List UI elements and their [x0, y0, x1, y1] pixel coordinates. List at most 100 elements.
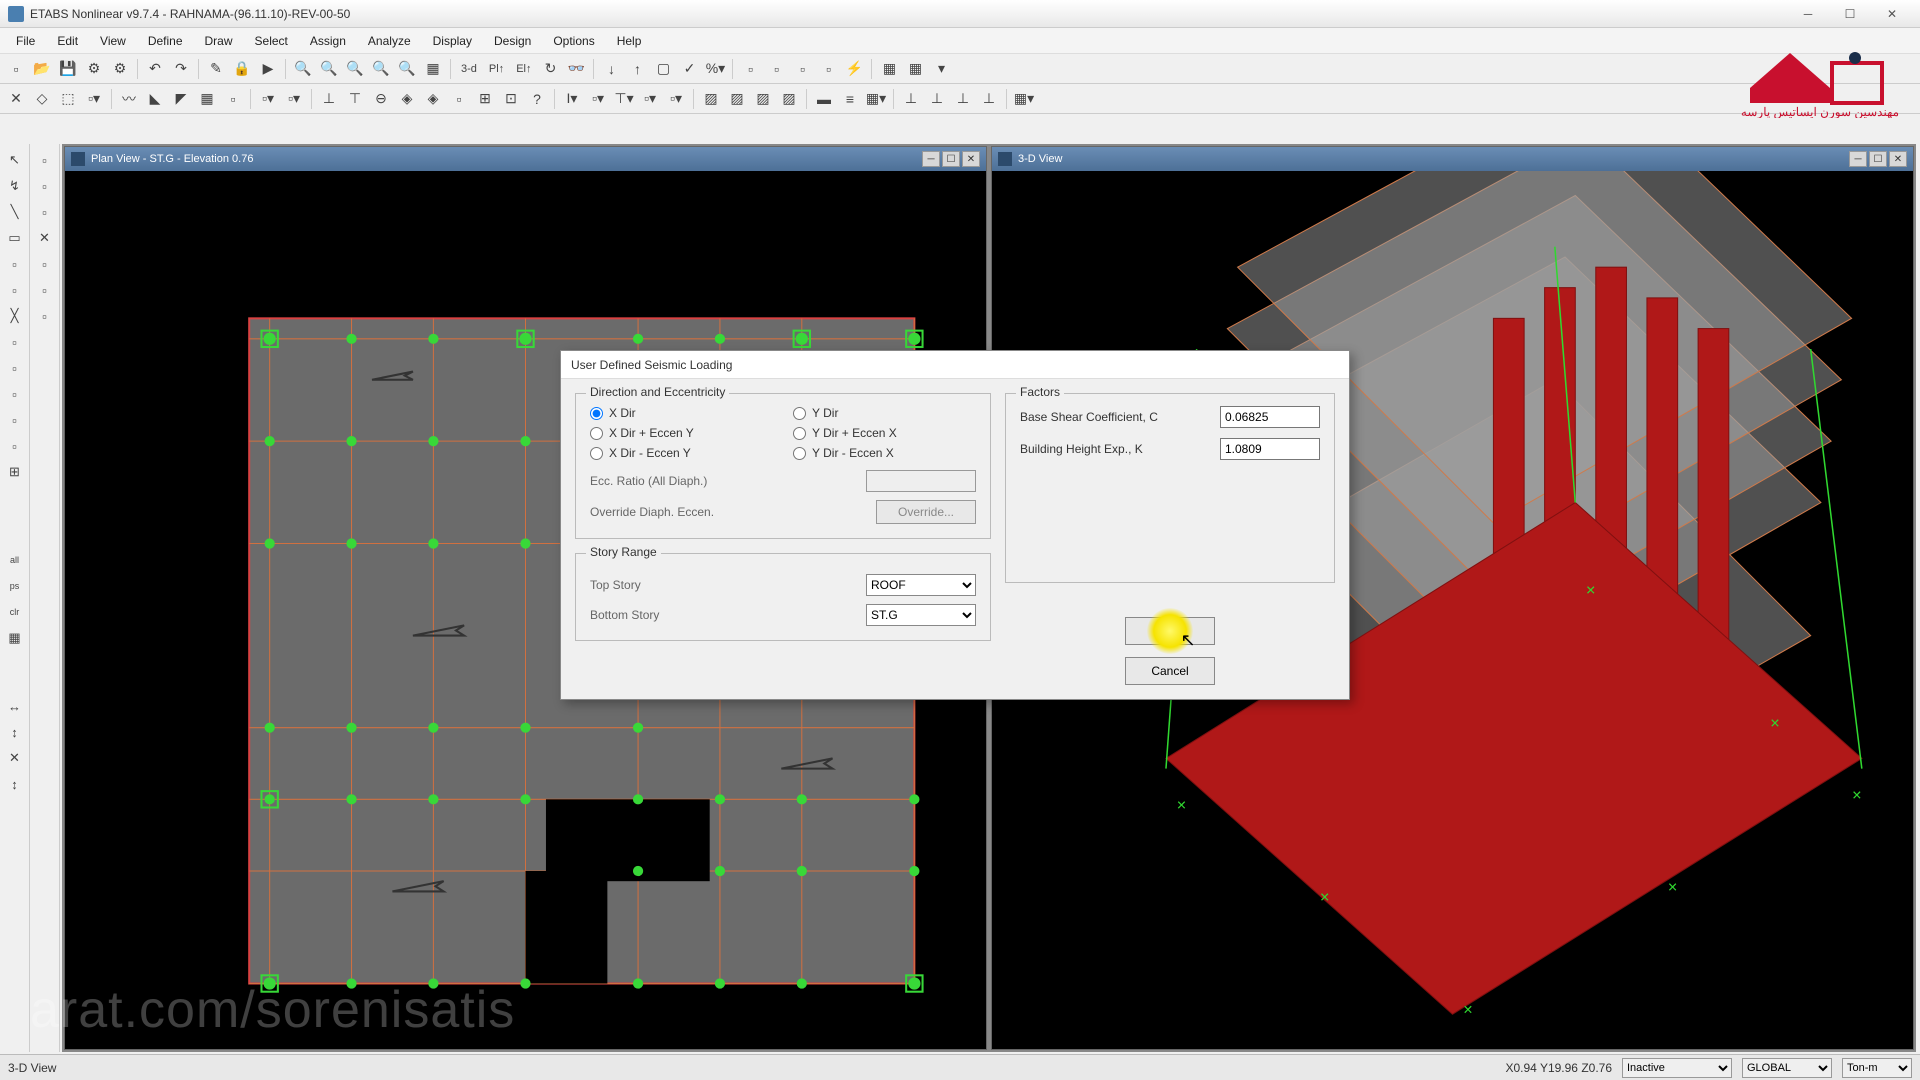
view-minimize-icon[interactable]: ─ — [922, 151, 940, 167]
tool-icon[interactable]: ↯ — [3, 174, 27, 198]
dim-icon[interactable]: ↕ — [3, 720, 27, 744]
menu-help[interactable]: Help — [607, 30, 652, 52]
tool-icon[interactable]: ⊥ — [977, 87, 1001, 111]
tool-icon[interactable]: ▨ — [751, 87, 775, 111]
text-icon[interactable]: I▾ — [560, 87, 584, 111]
tool-icon[interactable]: ▫ — [33, 200, 57, 224]
minimize-button[interactable]: ─ — [1788, 4, 1828, 24]
tool-icon[interactable]: ⊤ — [343, 87, 367, 111]
tool-icon[interactable]: ▫ — [764, 57, 788, 81]
rect-icon[interactable]: ▭ — [3, 226, 27, 250]
tool-icon[interactable]: ▦▾ — [1012, 87, 1036, 111]
cut-icon[interactable]: ✕ — [4, 87, 28, 111]
tool-icon[interactable]: ▫ — [3, 278, 27, 302]
tool-icon[interactable]: ⚙ — [108, 57, 132, 81]
tool-icon[interactable]: ▦ — [3, 626, 27, 650]
tool-icon[interactable]: ▫▾ — [282, 87, 306, 111]
tool-icon[interactable]: ◣ — [143, 87, 167, 111]
tool-icon[interactable]: ⊞ — [3, 460, 27, 484]
view-icon[interactable]: ▦ — [421, 57, 445, 81]
dropdown-icon[interactable]: ▫▾ — [82, 87, 106, 111]
tool-icon[interactable]: ▫ — [3, 382, 27, 406]
tool-icon[interactable]: ▦ — [877, 57, 901, 81]
redo-icon[interactable]: ↷ — [169, 57, 193, 81]
tool-icon[interactable]: ⬚ — [56, 87, 80, 111]
menu-draw[interactable]: Draw — [195, 30, 243, 52]
dim-icon[interactable]: ↔ — [3, 694, 27, 718]
up-icon[interactable]: ↑ — [625, 57, 649, 81]
elev-icon[interactable]: El↑ — [511, 57, 536, 81]
tool-icon[interactable]: ⚙ — [82, 57, 106, 81]
3d-view-icon[interactable]: 3-d — [456, 57, 482, 81]
radio-y-dir-minus-eccen[interactable]: Y Dir - Eccen X — [793, 446, 976, 460]
tool-icon[interactable]: ▨ — [699, 87, 723, 111]
menu-define[interactable]: Define — [138, 30, 193, 52]
base-shear-input[interactable] — [1220, 406, 1320, 428]
tool-icon[interactable]: ⊥ — [317, 87, 341, 111]
tool-icon[interactable]: ▦▾ — [864, 87, 888, 111]
tool-icon[interactable]: ⊤▾ — [612, 87, 636, 111]
3d-view-titlebar[interactable]: 3-D View ─ ☐ ✕ — [992, 147, 1913, 171]
view-maximize-icon[interactable]: ☐ — [942, 151, 960, 167]
ps-label[interactable]: ps — [3, 574, 27, 598]
refresh-icon[interactable]: ↻ — [538, 57, 562, 81]
clr-label[interactable]: clr — [3, 600, 27, 624]
view-maximize-icon[interactable]: ☐ — [1869, 151, 1887, 167]
wave-icon[interactable]: 〰 — [117, 87, 141, 111]
menu-design[interactable]: Design — [484, 30, 541, 52]
line-icon[interactable]: ╲ — [3, 200, 27, 224]
tool-icon[interactable]: ▫ — [221, 87, 245, 111]
select-icon[interactable]: ▢ — [651, 57, 675, 81]
tool-icon[interactable]: ⊡ — [499, 87, 523, 111]
plan-icon[interactable]: Pl↑ — [484, 57, 509, 81]
dialog-title[interactable]: User Defined Seismic Loading — [561, 351, 1349, 379]
bottom-story-select[interactable]: ST.G — [866, 604, 976, 626]
tool-icon[interactable]: ▫▾ — [638, 87, 662, 111]
tool-icon[interactable]: ╳ — [3, 304, 27, 328]
tool-icon[interactable]: ▫▾ — [664, 87, 688, 111]
tool-icon[interactable]: ▦ — [903, 57, 927, 81]
status-units-select[interactable]: Ton-m — [1842, 1058, 1912, 1078]
radio-y-dir-plus-eccen[interactable]: Y Dir + Eccen X — [793, 426, 976, 440]
tool-icon[interactable]: ▨ — [777, 87, 801, 111]
down-icon[interactable]: ↓ — [599, 57, 623, 81]
menu-analyze[interactable]: Analyze — [358, 30, 421, 52]
tool-icon[interactable]: ▬ — [812, 87, 836, 111]
menu-view[interactable]: View — [90, 30, 136, 52]
tool-icon[interactable]: ▫ — [447, 87, 471, 111]
tool-icon[interactable]: ▫ — [816, 57, 840, 81]
tool-icon[interactable]: ▫ — [790, 57, 814, 81]
tool-icon[interactable]: ▫ — [33, 148, 57, 172]
tool-icon[interactable]: ▫ — [33, 174, 57, 198]
tool-icon[interactable]: ▫ — [3, 356, 27, 380]
menu-file[interactable]: File — [6, 30, 45, 52]
tool-icon[interactable]: ▫ — [3, 434, 27, 458]
top-story-select[interactable]: ROOF — [866, 574, 976, 596]
close-icon[interactable]: ✕ — [33, 226, 57, 250]
tool-icon[interactable]: ⚡ — [842, 57, 866, 81]
new-icon[interactable]: ▫ — [4, 57, 28, 81]
run-icon[interactable]: ▶ — [256, 57, 280, 81]
zoom-extents-icon[interactable]: 🔍 — [291, 57, 315, 81]
zoom-pan-icon[interactable]: 🔍 — [369, 57, 393, 81]
tool-icon[interactable]: ⊥ — [951, 87, 975, 111]
zoom-in-icon[interactable]: 🔍 — [317, 57, 341, 81]
menu-assign[interactable]: Assign — [300, 30, 356, 52]
tool-icon[interactable]: ◈ — [395, 87, 419, 111]
height-exp-input[interactable] — [1220, 438, 1320, 460]
tool-icon[interactable]: ⊥ — [925, 87, 949, 111]
glasses-icon[interactable]: 👓 — [564, 57, 588, 81]
menu-options[interactable]: Options — [543, 30, 604, 52]
radio-x-dir[interactable]: X Dir — [590, 406, 773, 420]
tool-icon[interactable]: ▫ — [33, 278, 57, 302]
zoom-out-icon[interactable]: 🔍 — [343, 57, 367, 81]
all-label[interactable]: all — [3, 548, 27, 572]
pointer-icon[interactable]: ↖ — [3, 148, 27, 172]
view-close-icon[interactable]: ✕ — [962, 151, 980, 167]
tool-icon[interactable]: ▫▾ — [586, 87, 610, 111]
zoom-window-icon[interactable]: 🔍 — [395, 57, 419, 81]
ok-button[interactable]: OK ↖ — [1125, 617, 1215, 645]
status-coord-system-select[interactable]: GLOBAL — [1742, 1058, 1832, 1078]
dim-icon[interactable]: ↕ — [3, 772, 27, 796]
help-icon[interactable]: ? — [525, 87, 549, 111]
